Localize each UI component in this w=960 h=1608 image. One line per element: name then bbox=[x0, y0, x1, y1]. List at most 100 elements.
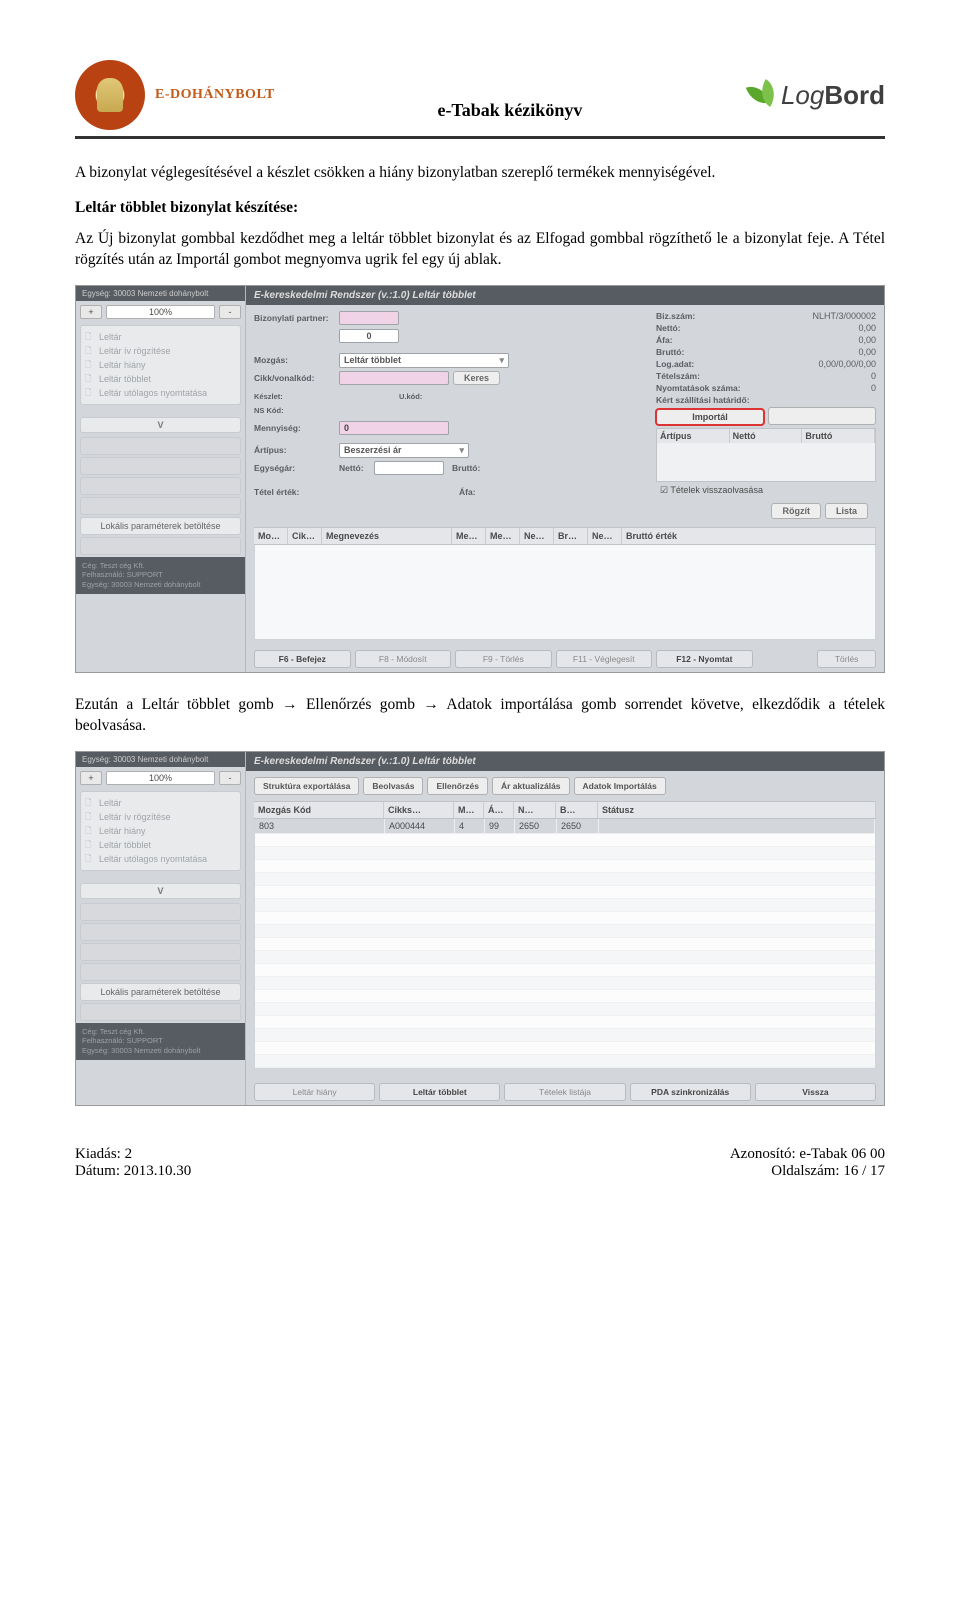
cell: 4 bbox=[455, 819, 485, 833]
label-netto: Nettó: bbox=[339, 463, 374, 473]
col-head[interactable]: Státusz bbox=[598, 802, 876, 818]
netto-input[interactable] bbox=[374, 461, 444, 475]
logbord-bord: Bord bbox=[824, 80, 885, 111]
side-button[interactable] bbox=[80, 903, 241, 921]
artipus-select[interactable]: Beszerzési ár bbox=[339, 443, 469, 458]
col-head[interactable]: Ne… bbox=[520, 528, 554, 544]
footer-kiadas: Kiadás: 2 bbox=[75, 1146, 191, 1163]
rogzit-button[interactable]: Rögzít bbox=[771, 503, 821, 519]
label-afa: Áfa: bbox=[459, 487, 476, 497]
f8-button[interactable]: F8 - Módosít bbox=[355, 650, 452, 668]
col-head[interactable]: Ne… bbox=[588, 528, 622, 544]
ar-aktualizalas-button[interactable]: Ár aktualizálás bbox=[492, 777, 570, 795]
side-button[interactable] bbox=[80, 943, 241, 961]
leltar-tobblet-button[interactable]: Leltár többlet bbox=[379, 1083, 500, 1101]
tree-item[interactable]: Leltár ív rögzítése bbox=[83, 810, 238, 824]
label-r-brutto: Bruttó: bbox=[656, 347, 684, 357]
zoom-minus-button[interactable]: - bbox=[219, 305, 241, 319]
lokalis-button[interactable]: Lokális paraméterek betöltése bbox=[80, 517, 241, 535]
label-nyomt: Nyomtatások száma: bbox=[656, 383, 741, 393]
tetelek-listaja-button[interactable]: Tételek listája bbox=[504, 1083, 625, 1101]
side-button[interactable] bbox=[80, 963, 241, 981]
tree-item[interactable]: Leltár többlet bbox=[83, 372, 238, 386]
label-nskod: NS Kód: bbox=[254, 406, 339, 415]
importal-button[interactable]: Importál bbox=[656, 409, 764, 425]
col-head[interactable]: Cikks… bbox=[384, 802, 454, 818]
status-line: Cég: Teszt cég Kft. bbox=[82, 1027, 239, 1037]
checkbox-tetelek[interactable]: ☑ bbox=[660, 485, 670, 495]
pda-szink-button[interactable]: PDA szinkronizálás bbox=[630, 1083, 751, 1101]
tree-item[interactable]: Leltár többlet bbox=[83, 838, 238, 852]
status-footer: Cég: Teszt cég Kft. Felhasználó: SUPPORT… bbox=[76, 1023, 245, 1060]
f6-button[interactable]: F6 - Befejez bbox=[254, 650, 351, 668]
cikk-input[interactable] bbox=[339, 371, 449, 385]
logbord-logo: LogBord bbox=[745, 78, 885, 112]
col-head[interactable]: Me… bbox=[452, 528, 486, 544]
label-chk: Tételek visszaolvasása bbox=[670, 485, 763, 495]
col-head[interactable]: B… bbox=[556, 802, 598, 818]
col-head[interactable]: Cik… bbox=[288, 528, 322, 544]
status-line: Cég: Teszt cég Kft. bbox=[82, 561, 239, 571]
col-head[interactable]: Á… bbox=[484, 802, 514, 818]
value-nyomt: 0 bbox=[871, 383, 876, 393]
torles-button[interactable]: Törlés bbox=[817, 650, 876, 668]
zoom-field[interactable]: 100% bbox=[106, 771, 215, 785]
vissza-button[interactable]: Vissza bbox=[755, 1083, 876, 1101]
side-button[interactable] bbox=[80, 497, 241, 515]
tree-item[interactable]: Leltár hiány bbox=[83, 358, 238, 372]
side-button[interactable] bbox=[80, 477, 241, 495]
col-head[interactable]: Mo… bbox=[254, 528, 288, 544]
mozgas-select[interactable]: Leltár többlet bbox=[339, 353, 509, 368]
lista-button[interactable]: Lista bbox=[825, 503, 868, 519]
col-head[interactable]: M… bbox=[454, 802, 484, 818]
tree-item[interactable]: Leltár bbox=[83, 330, 238, 344]
col-head[interactable]: Br… bbox=[554, 528, 588, 544]
tree-item[interactable]: Leltár utólagos nyomtatása bbox=[83, 386, 238, 400]
zoom-plus-button[interactable]: + bbox=[80, 305, 102, 319]
adatok-importalas-button[interactable]: Adatok Importálás bbox=[574, 777, 666, 795]
brand-text: E-DOHÁNYBOLT bbox=[155, 87, 275, 103]
biz-partner-input[interactable] bbox=[339, 311, 399, 325]
f11-button[interactable]: F11 - Véglegesít bbox=[556, 650, 653, 668]
leltar-hiany-button[interactable]: Leltár hiány bbox=[254, 1083, 375, 1101]
struktura-export-button[interactable]: Struktúra exportálása bbox=[254, 777, 359, 795]
tree-item[interactable]: Leltár ív rögzítése bbox=[83, 344, 238, 358]
tree-item[interactable]: Leltár bbox=[83, 796, 238, 810]
zoom-minus-button[interactable]: - bbox=[219, 771, 241, 785]
footer-datum: Dátum: 2013.10.30 bbox=[75, 1163, 191, 1180]
col-head[interactable]: Megnevezés bbox=[322, 528, 452, 544]
zoom-plus-button[interactable]: + bbox=[80, 771, 102, 785]
tree-item[interactable]: Leltár utólagos nyomtatása bbox=[83, 852, 238, 866]
label-cikk: Cikk/vonalkód: bbox=[254, 373, 339, 383]
col-head[interactable]: Me… bbox=[486, 528, 520, 544]
keres-button[interactable]: Keres bbox=[453, 371, 500, 385]
collapse-toggle[interactable]: V bbox=[80, 417, 241, 433]
zoom-field[interactable]: 100% bbox=[106, 305, 215, 319]
collapse-toggle[interactable]: V bbox=[80, 883, 241, 899]
edohanybolt-logo bbox=[75, 60, 145, 130]
label-tetelszam: Tételszám: bbox=[656, 371, 700, 381]
side-button[interactable] bbox=[80, 437, 241, 455]
lokalis-button[interactable]: Lokális paraméterek betöltése bbox=[80, 983, 241, 1001]
ellenorzes-button[interactable]: Ellenőrzés bbox=[427, 777, 488, 795]
mennyiseg-input[interactable]: 0 bbox=[339, 421, 449, 435]
side-button[interactable] bbox=[80, 457, 241, 475]
cell bbox=[599, 819, 875, 833]
cell: A000444 bbox=[385, 819, 455, 833]
beolvasas-button[interactable]: Beolvasás bbox=[363, 777, 423, 795]
label-r-afa: Áfa: bbox=[656, 335, 673, 345]
mini-col: Bruttó bbox=[802, 429, 875, 443]
side-button[interactable] bbox=[80, 537, 241, 555]
side-button[interactable] bbox=[80, 923, 241, 941]
col-head[interactable]: Bruttó érték bbox=[622, 528, 876, 544]
col-head[interactable]: Mozgás Kód bbox=[254, 802, 384, 818]
side-button[interactable] bbox=[80, 1003, 241, 1021]
footer-oldalszam: Oldalszám: 16 / 17 bbox=[730, 1163, 885, 1180]
status-line: Felhasználó: SUPPORT bbox=[82, 1036, 239, 1046]
footer-azonosito: Azonosító: e-Tabak 06 00 bbox=[730, 1146, 885, 1163]
tree-item[interactable]: Leltár hiány bbox=[83, 824, 238, 838]
f12-button[interactable]: F12 - Nyomtat bbox=[656, 650, 753, 668]
f9-button[interactable]: F9 - Törlés bbox=[455, 650, 552, 668]
col-head[interactable]: N… bbox=[514, 802, 556, 818]
window-title: E-kereskedelmi Rendszer (v.:1.0) Leltár … bbox=[246, 286, 884, 305]
